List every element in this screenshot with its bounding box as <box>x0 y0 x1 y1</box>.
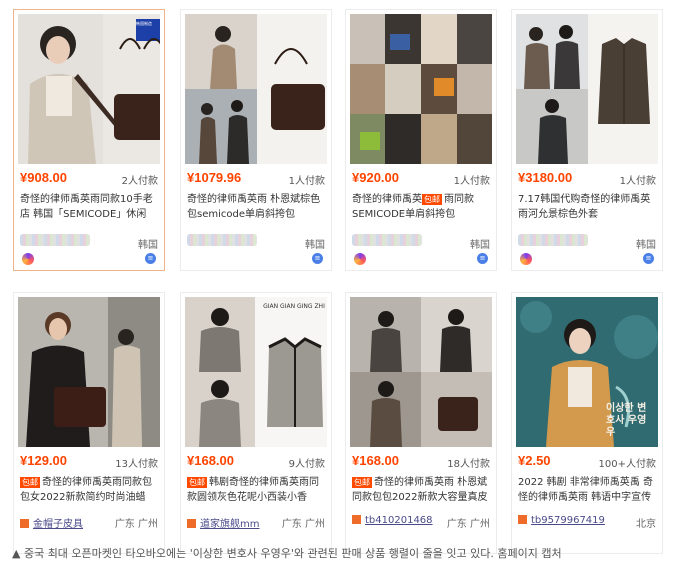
product-title-part-a: 奇怪的律师禹英 <box>42 477 112 488</box>
product-price: ¥129.00 <box>20 453 67 468</box>
brand-logo: 韩国制造 <box>136 21 152 26</box>
free-shipping-tag: 包邮 <box>20 477 40 488</box>
product-card-2[interactable]: ¥1079.96 1人付款 奇怪的律师禹英雨 朴恩斌棕色包semicode单肩斜… <box>180 9 332 271</box>
similar-icon[interactable]: ≡ <box>312 253 323 264</box>
wangwang-icon[interactable] <box>22 253 34 265</box>
product-photo-illustration <box>18 14 160 164</box>
product-title-part-a: 7.17韩国代购奇怪的律师禹英 <box>518 194 651 205</box>
product-title-part-a: 2022 韩剧 非常律师禹英 <box>518 477 630 488</box>
shop-link[interactable]: tb9579967419 <box>518 515 605 526</box>
shop-link[interactable]: tb410201468 <box>352 515 433 526</box>
shop-link[interactable]: 道家旗舰mm <box>187 515 259 530</box>
product-card-7[interactable]: ¥168.00 18人付款 包邮 奇怪的律师禹英雨 朴恩斌同款包包2022新款大容… <box>345 292 497 554</box>
product-title-part-a: 奇怪的律师禹英 <box>20 194 90 205</box>
product-title-part-b: 雨河允景棕色外套 <box>518 209 598 220</box>
product-photo-4[interactable] <box>516 14 658 164</box>
region-label: 北京 <box>636 519 656 530</box>
product-title-part-a: 奇怪的律师禹英 <box>352 194 422 205</box>
region-label: 韩国 <box>636 240 656 251</box>
product-title[interactable]: 奇怪的律师禹英雨同款10手老店 韩国「SEMICODE」休闲 <box>20 192 160 222</box>
product-photo-illustration <box>516 14 658 164</box>
sold-count: 9人付款 <box>288 459 325 470</box>
similar-icon[interactable]: ≡ <box>145 253 156 264</box>
product-photo-illustration <box>185 14 327 164</box>
product-photo-2[interactable] <box>185 14 327 164</box>
sold-count: 100+人付款 <box>598 459 656 470</box>
product-price: ¥908.00 <box>20 170 67 185</box>
product-photo-8[interactable]: 이상한 변호사 우영우 <box>516 297 658 447</box>
photo-caption: ▲ 중국 최대 오픈마켓인 타오바오에는 '이상한 변호사 우영우'와 관련된 … <box>12 547 562 560</box>
blurred-shop-name <box>352 234 422 246</box>
product-title-part-a: 奇怪的律师禹英 <box>374 477 444 488</box>
shop-name: 道家旗舰mm <box>200 519 260 530</box>
sold-count: 1人付款 <box>453 176 490 187</box>
region-label: 广东 广州 <box>114 519 158 530</box>
product-card-5[interactable]: ¥129.00 13人付款 包邮 奇怪的律师禹英雨同款包包女2022新款简约时尚油… <box>13 292 165 554</box>
blurred-shop-name <box>20 234 90 246</box>
sold-count: 18人付款 <box>447 459 490 470</box>
shop-name: 金帽子皮具 <box>33 519 83 530</box>
region-label: 广东 广州 <box>281 519 325 530</box>
product-price: ¥2.50 <box>518 453 551 468</box>
sold-count: 1人付款 <box>288 176 325 187</box>
product-photo-6[interactable]: GIAN GIAN GING ZHI <box>185 297 327 447</box>
shop-name: tb410201468 <box>365 515 433 526</box>
sold-count: 1人付款 <box>619 176 656 187</box>
shop-name: tb9579967419 <box>531 515 605 526</box>
free-shipping-tag: 包邮 <box>352 477 372 488</box>
region-label: 韩国 <box>470 240 490 251</box>
product-title-part-a: 韩剧奇怪的律师禹英 <box>209 477 299 488</box>
product-title[interactable]: 包邮 奇怪的律师禹英雨 朴恩斌同款包包2022新款大容量真皮 <box>352 475 492 505</box>
product-title-part-a: 奇怪的律师禹英 <box>187 194 257 205</box>
product-photo-1[interactable]: 韩国制造 <box>18 14 160 164</box>
shop-icon <box>352 515 361 524</box>
product-card-1[interactable]: 韩国制造 ¥908.00 2人付款 奇怪的律师禹英雨同款10手老店 韩国「SEM… <box>13 9 165 271</box>
blurred-shop-name <box>518 234 588 246</box>
similar-icon[interactable]: ≡ <box>643 253 654 264</box>
poster-title: 이상한 변호사 우영우 <box>606 403 647 438</box>
product-photo-illustration <box>350 297 492 447</box>
shop-icon <box>518 515 527 524</box>
product-card-6[interactable]: GIAN GIAN GING ZHI ¥168.00 9人付款 包邮 韩剧奇怪的律… <box>180 292 332 554</box>
product-photo-7[interactable] <box>350 297 492 447</box>
free-shipping-tag: 包邮 <box>187 477 207 488</box>
product-card-4[interactable]: ¥3180.00 1人付款 7.17韩国代购奇怪的律师禹英雨河允景棕色外套 韩国… <box>511 9 663 271</box>
sold-count: 2人付款 <box>121 176 158 187</box>
product-title[interactable]: 7.17韩国代购奇怪的律师禹英雨河允景棕色外套 <box>518 192 658 222</box>
shop-link[interactable]: 金帽子皮具 <box>20 515 83 530</box>
product-title[interactable]: 包邮 韩剧奇怪的律师禹英雨同款圆领灰色花呢小西装小香 <box>187 475 327 505</box>
region-label: 韩国 <box>138 240 158 251</box>
product-card-3[interactable]: ¥920.00 1人付款 奇怪的律师禹英 包邮 雨同款SEMICODE单肩斜挎包 韩… <box>345 9 497 271</box>
region-label: 广东 广州 <box>446 519 490 530</box>
product-photo-illustration <box>350 14 492 164</box>
product-price: ¥920.00 <box>352 170 399 185</box>
sold-count: 13人付款 <box>115 459 158 470</box>
product-card-8[interactable]: 이상한 변호사 우영우 ¥2.50 100+人付款 2022 韩剧 非常律师禹英… <box>511 292 663 554</box>
product-photo-3[interactable] <box>350 14 492 164</box>
product-price: ¥3180.00 <box>518 170 573 185</box>
free-shipping-tag: 包邮 <box>422 194 442 205</box>
product-title[interactable]: 奇怪的律师禹英 包邮 雨同款SEMICODE单肩斜挎包 <box>352 192 492 222</box>
product-price: ¥1079.96 <box>187 170 242 185</box>
product-title[interactable]: 2022 韩剧 非常律师禹英禹 奇怪的律师禹英雨 韩语中字宣传 <box>518 475 658 505</box>
product-title[interactable]: 包邮 奇怪的律师禹英雨同款包包女2022新款简约时尚油蜡 <box>20 475 160 505</box>
product-photo-illustration <box>185 297 327 447</box>
wangwang-icon[interactable] <box>354 253 366 265</box>
product-photo-illustration <box>18 297 160 447</box>
product-photo-5[interactable] <box>18 297 160 447</box>
blurred-shop-name <box>187 234 257 246</box>
shop-icon <box>20 519 29 528</box>
brand-logo: GIAN GIAN GING ZHI <box>263 303 325 310</box>
product-title[interactable]: 奇怪的律师禹英雨 朴恩斌棕色包semicode单肩斜挎包 <box>187 192 327 222</box>
product-price: ¥168.00 <box>187 453 234 468</box>
similar-icon[interactable]: ≡ <box>477 253 488 264</box>
product-price: ¥168.00 <box>352 453 399 468</box>
shop-icon <box>187 519 196 528</box>
region-label: 韩国 <box>305 240 325 251</box>
wangwang-icon[interactable] <box>520 253 532 265</box>
